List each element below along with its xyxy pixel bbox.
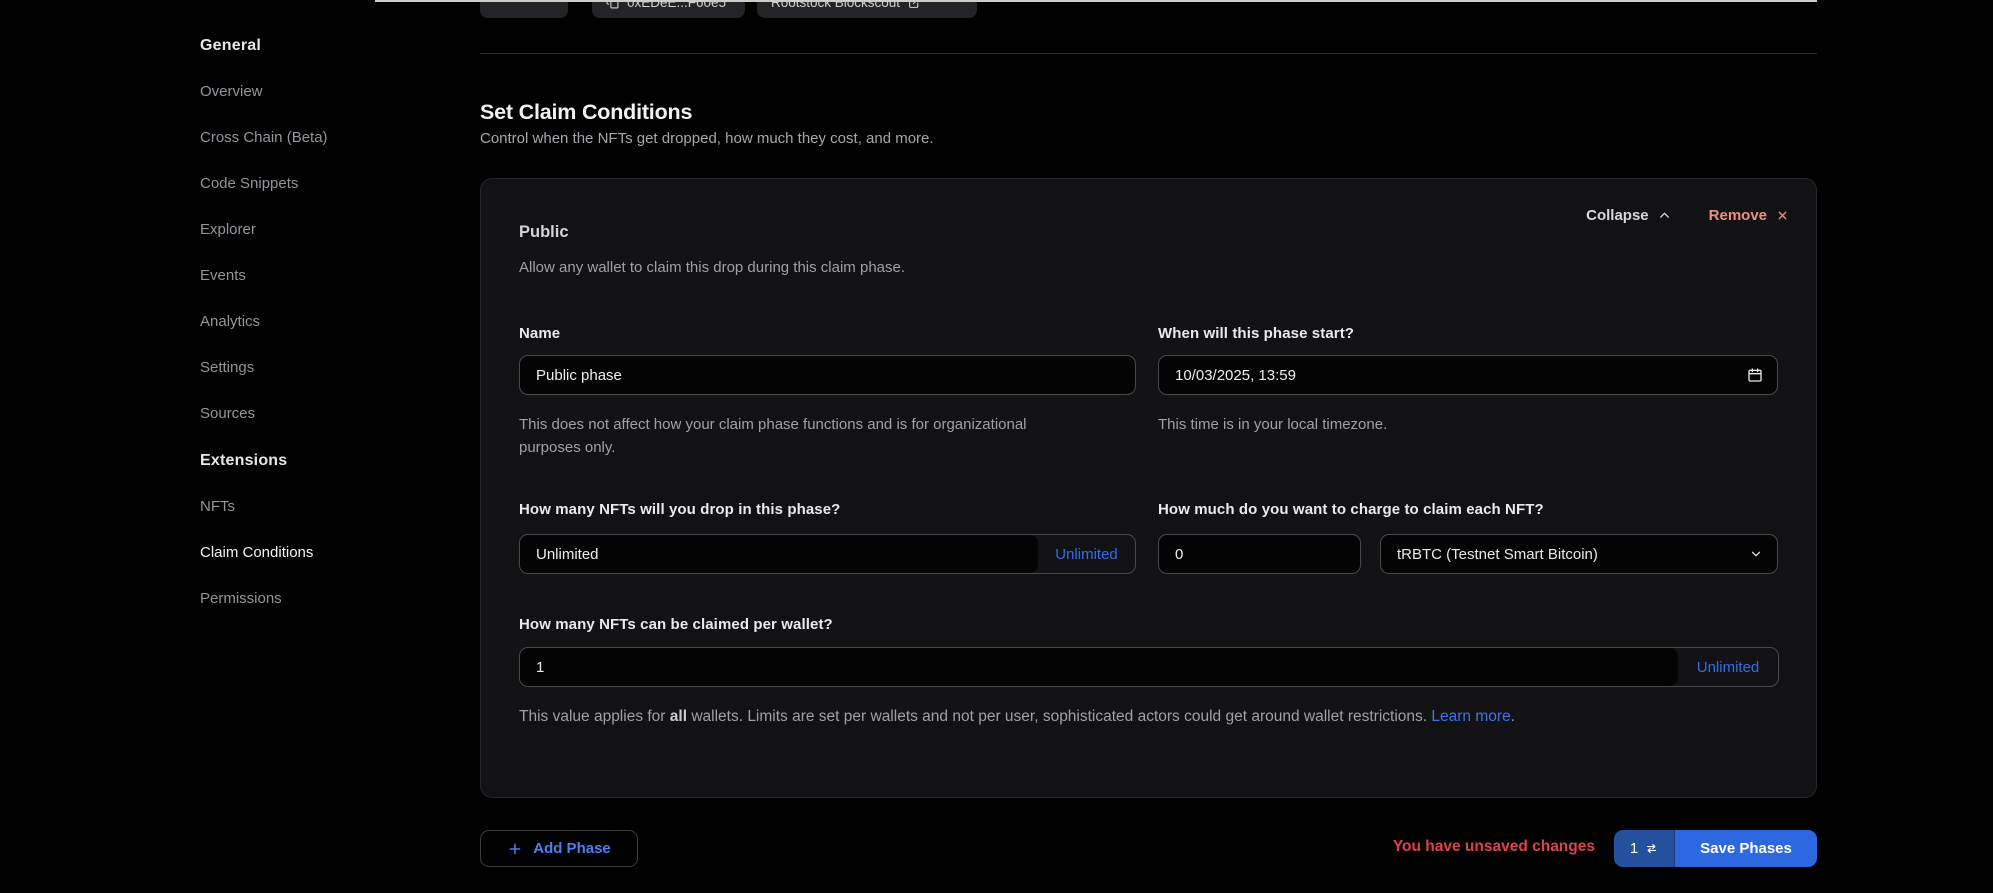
sidebar-item-claim-conditions[interactable]: Claim Conditions [200,544,460,562]
sidebar-item-settings[interactable]: Settings [200,359,460,377]
start-field-helper: This time is in your local timezone. [1158,413,1778,436]
claim-conditions-panel: 0xEDeE...F60e5 Rootstock Blockscout Set … [480,0,1817,893]
supply-input[interactable] [520,535,1038,573]
sidebar-item-events[interactable]: Events [200,267,460,285]
phase-start-datetime-input[interactable]: 10/03/2025, 13:59 [1158,355,1778,395]
save-phases-split-button: 1 Save Phases [1614,830,1817,867]
page-subtitle: Control when the NFTs get dropped, how m… [480,130,934,147]
currency-select[interactable]: tRBTC (Testnet Smart Bitcoin) [1380,534,1778,574]
remove-phase-button[interactable]: Remove [1709,207,1789,224]
sidebar-item-overview[interactable]: Overview [200,83,460,101]
sidebar-section-general: General [200,36,460,55]
per-wallet-helper-bold: all [670,708,687,725]
top-banner-edge [375,0,1817,2]
sidebar-item-sources[interactable]: Sources [200,405,460,423]
sidebar-item-cross-chain[interactable]: Cross Chain (Beta) [200,129,460,147]
name-field-label: Name [519,325,560,342]
remove-label: Remove [1709,207,1767,224]
phase-count-value: 1 [1630,840,1638,857]
add-phase-button[interactable]: Add Phase [480,830,638,867]
sidebar-item-nfts[interactable]: NFTs [200,498,460,516]
phase-name-input[interactable] [519,355,1136,395]
save-phases-button[interactable]: Save Phases [1675,830,1817,867]
phase-card-actions: Collapse Remove [1586,207,1789,224]
sidebar-item-permissions[interactable]: Permissions [200,590,460,608]
per-wallet-helper: This value applies for all wallets. Limi… [519,705,1679,729]
price-field-label: How much do you want to charge to claim … [1158,501,1544,518]
collapse-phase-button[interactable]: Collapse [1586,207,1671,224]
collapse-label: Collapse [1586,207,1649,224]
price-input[interactable] [1158,534,1361,574]
header-divider [480,53,1817,54]
start-field-label: When will this phase start? [1158,325,1354,342]
close-icon [1776,209,1789,222]
per-wallet-helper-text-3: . [1511,708,1515,725]
contract-address-chip[interactable]: 0xEDeE...F60e5 [592,0,745,18]
sidebar-item-code-snippets[interactable]: Code Snippets [200,175,460,193]
sidebar-section-extensions: Extensions [200,451,460,470]
plus-icon [507,841,523,857]
supply-unlimited-toggle[interactable]: Unlimited [1038,535,1135,573]
phase-count-button[interactable]: 1 [1614,830,1675,867]
add-phase-label: Add Phase [533,840,611,857]
per-wallet-helper-text-2: wallets. Limits are set per wallets and … [687,708,1431,725]
sidebar-item-explorer[interactable]: Explorer [200,221,460,239]
swap-arrows-icon [1645,842,1658,855]
contract-header-chips: 0xEDeE...F60e5 Rootstock Blockscout [480,0,1817,19]
calendar-icon [1747,367,1763,383]
page-title: Set Claim Conditions [480,100,692,125]
toolbar-chip[interactable] [480,0,568,18]
supply-input-group: Unlimited [519,534,1136,574]
per-wallet-input[interactable] [520,648,1678,686]
unsaved-changes-warning: You have unsaved changes [1393,838,1595,856]
phase-description: Allow any wallet to claim this drop duri… [519,259,905,276]
sidebar-item-analytics[interactable]: Analytics [200,313,460,331]
phase-name-title: Public [519,223,569,242]
supply-field-label: How many NFTs will you drop in this phas… [519,501,840,518]
learn-more-link[interactable]: Learn more [1431,708,1510,725]
claim-phase-card: Public Allow any wallet to claim this dr… [480,178,1817,798]
chevron-down-icon [1749,547,1763,561]
per-wallet-helper-text-1: This value applies for [519,708,670,725]
contract-sidebar: General Overview Cross Chain (Beta) Code… [200,36,460,636]
per-wallet-field-label: How many NFTs can be claimed per wallet? [519,616,833,633]
chevron-up-icon [1658,209,1671,222]
currency-selected-option: tRBTC (Testnet Smart Bitcoin) [1397,546,1598,563]
name-field-helper: This does not affect how your claim phas… [519,413,1029,459]
per-wallet-input-group: Unlimited [519,647,1779,687]
phase-start-value: 10/03/2025, 13:59 [1175,367,1296,384]
per-wallet-unlimited-toggle[interactable]: Unlimited [1678,648,1778,686]
explorer-link-chip[interactable]: Rootstock Blockscout [757,0,977,18]
